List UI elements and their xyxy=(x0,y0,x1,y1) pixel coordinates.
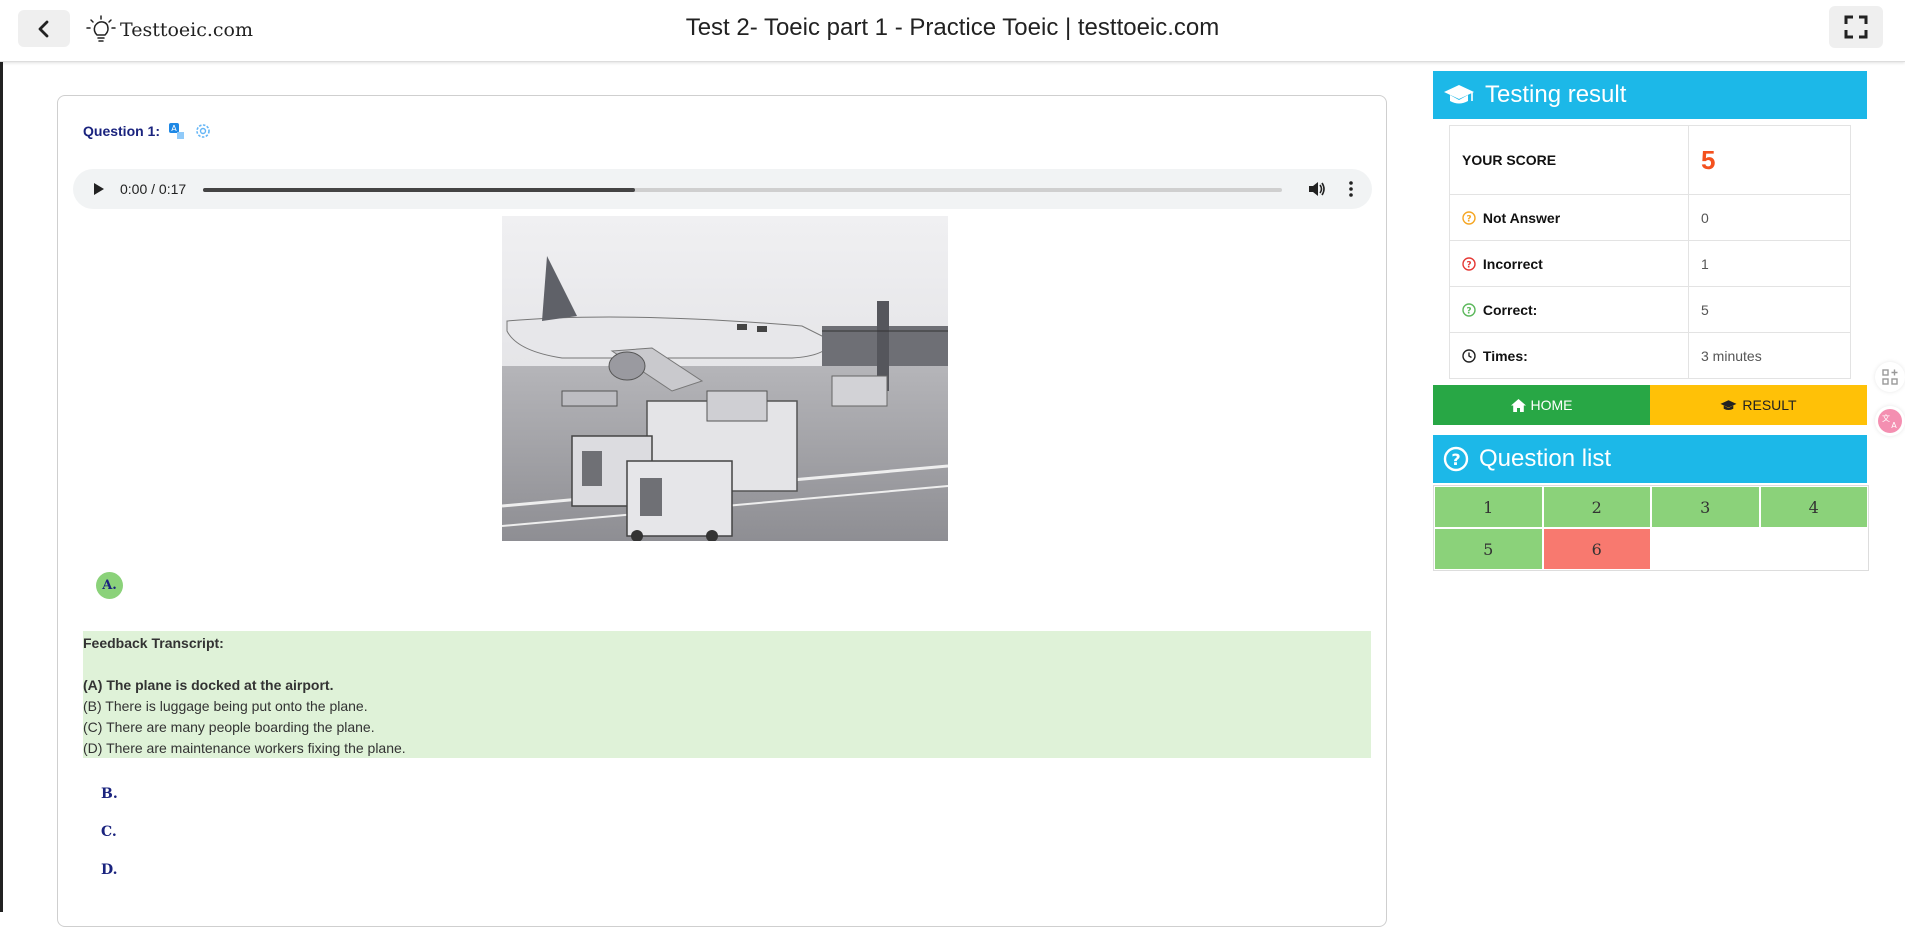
question-circle-icon: ? xyxy=(1462,210,1476,225)
svg-text:A: A xyxy=(171,124,177,133)
feedback-transcript: Feedback Transcript: (A) The plane is do… xyxy=(83,631,1371,758)
top-bar: Testtoeic.com Test 2- Toeic part 1 - Pra… xyxy=(0,0,1905,62)
answer-option-b[interactable]: B. xyxy=(101,786,118,802)
audio-player[interactable]: 0:00 / 0:17 xyxy=(73,169,1372,209)
question-circle-icon: ? xyxy=(1462,302,1476,317)
question-header: Question 1: A xyxy=(83,122,212,140)
gear-icon[interactable] xyxy=(194,122,212,140)
audio-buffered-bar xyxy=(203,188,635,192)
correct-label: Correct: xyxy=(1482,301,1538,318)
result-button-label: RESULT xyxy=(1742,397,1797,413)
svg-text:?: ? xyxy=(1451,450,1460,469)
answer-option-d[interactable]: D. xyxy=(101,862,118,878)
question-list-item-5[interactable]: 5 xyxy=(1434,528,1543,570)
graduation-cap-icon xyxy=(1444,85,1474,104)
audio-time: 0:00 / 0:17 xyxy=(120,181,187,197)
fullscreen-icon xyxy=(1844,15,1868,39)
home-icon xyxy=(1510,398,1526,412)
not-answer-label: Not Answer xyxy=(1482,209,1561,226)
result-row-times: Times: 3 minutes xyxy=(1449,332,1851,379)
question-list-item-2[interactable]: 2 xyxy=(1542,486,1651,528)
transcript-line-b: (B) There is luggage being put onto the … xyxy=(83,698,368,714)
transcript-line-a: (A) The plane is docked at the airport. xyxy=(83,677,334,693)
question-list-item-1[interactable]: 1 xyxy=(1434,486,1543,528)
svg-text:文: 文 xyxy=(1882,413,1890,423)
svg-text:?: ? xyxy=(1466,306,1471,316)
result-table: YOUR SCORE 5 ? Not Answer 0 ? Incorrect … xyxy=(1449,125,1851,379)
page-title: Test 2- Toeic part 1 - Practice Toeic | … xyxy=(685,14,1220,41)
feedback-title: Feedback Transcript: xyxy=(83,635,224,651)
svg-text:?: ? xyxy=(1466,214,1471,224)
result-row-incorrect: ? Incorrect 1 xyxy=(1449,240,1851,287)
question-list-title: Question list xyxy=(1479,445,1612,472)
score-label: YOUR SCORE xyxy=(1449,125,1689,195)
transcript-line-c: (C) There are many people boarding the p… xyxy=(83,719,375,735)
testing-result-header: Testing result xyxy=(1433,71,1867,119)
score-value: 5 xyxy=(1701,144,1716,175)
answer-option-c[interactable]: C. xyxy=(101,824,117,840)
result-row-correct: ? Correct: 5 xyxy=(1449,286,1851,333)
translate-icon[interactable]: A xyxy=(168,122,186,140)
question-label: Question 1: xyxy=(83,123,161,139)
grid-add-float-button[interactable] xyxy=(1875,362,1905,392)
svg-text:A: A xyxy=(1891,421,1897,430)
result-row-not-answer: ? Not Answer 0 xyxy=(1449,194,1851,241)
times-value: 3 minutes xyxy=(1688,332,1851,379)
question-list-item-3[interactable]: 3 xyxy=(1651,486,1760,528)
incorrect-label: Incorrect xyxy=(1482,255,1543,272)
question-photo xyxy=(502,216,948,541)
translate-float-icon: 文 A xyxy=(1878,409,1902,433)
question-list-item-4[interactable]: 4 xyxy=(1759,486,1868,528)
grid-add-icon xyxy=(1882,369,1898,385)
audio-progress-track[interactable] xyxy=(203,188,1282,192)
graduation-cap-icon xyxy=(1720,399,1737,410)
correct-value: 5 xyxy=(1688,286,1851,333)
home-button[interactable]: HOME xyxy=(1433,385,1650,425)
question-list-header: ? Question list xyxy=(1433,435,1867,483)
volume-icon[interactable] xyxy=(1308,181,1326,197)
action-buttons: HOME RESULT xyxy=(1433,385,1867,425)
play-icon[interactable] xyxy=(93,182,105,196)
transcript-line-d: (D) There are maintenance workers fixing… xyxy=(83,740,406,756)
question-list-grid: 1234 56 xyxy=(1433,485,1869,571)
question-circle-icon: ? xyxy=(1443,446,1469,472)
window-edge xyxy=(0,0,3,912)
clock-icon xyxy=(1462,348,1476,363)
times-label: Times: xyxy=(1482,347,1528,364)
testing-result-title: Testing result xyxy=(1485,81,1627,108)
home-button-label: HOME xyxy=(1530,397,1573,413)
not-answer-value: 0 xyxy=(1688,194,1851,241)
svg-text:?: ? xyxy=(1466,260,1471,270)
answer-option-a[interactable]: A. xyxy=(96,572,123,599)
score-row: YOUR SCORE 5 xyxy=(1449,125,1851,195)
question-circle-icon: ? xyxy=(1462,256,1476,271)
fullscreen-button[interactable] xyxy=(1829,6,1883,48)
question-list-item-6[interactable]: 6 xyxy=(1542,528,1651,570)
result-button[interactable]: RESULT xyxy=(1650,385,1867,425)
more-vert-icon[interactable] xyxy=(1348,181,1354,197)
incorrect-value: 1 xyxy=(1688,240,1851,287)
question-card: Question 1: A 0:00 / 0:17 A. Feedback Tr… xyxy=(57,95,1387,927)
translate-float-button[interactable]: 文 A xyxy=(1875,406,1905,436)
score-cell: 5 xyxy=(1688,125,1851,195)
